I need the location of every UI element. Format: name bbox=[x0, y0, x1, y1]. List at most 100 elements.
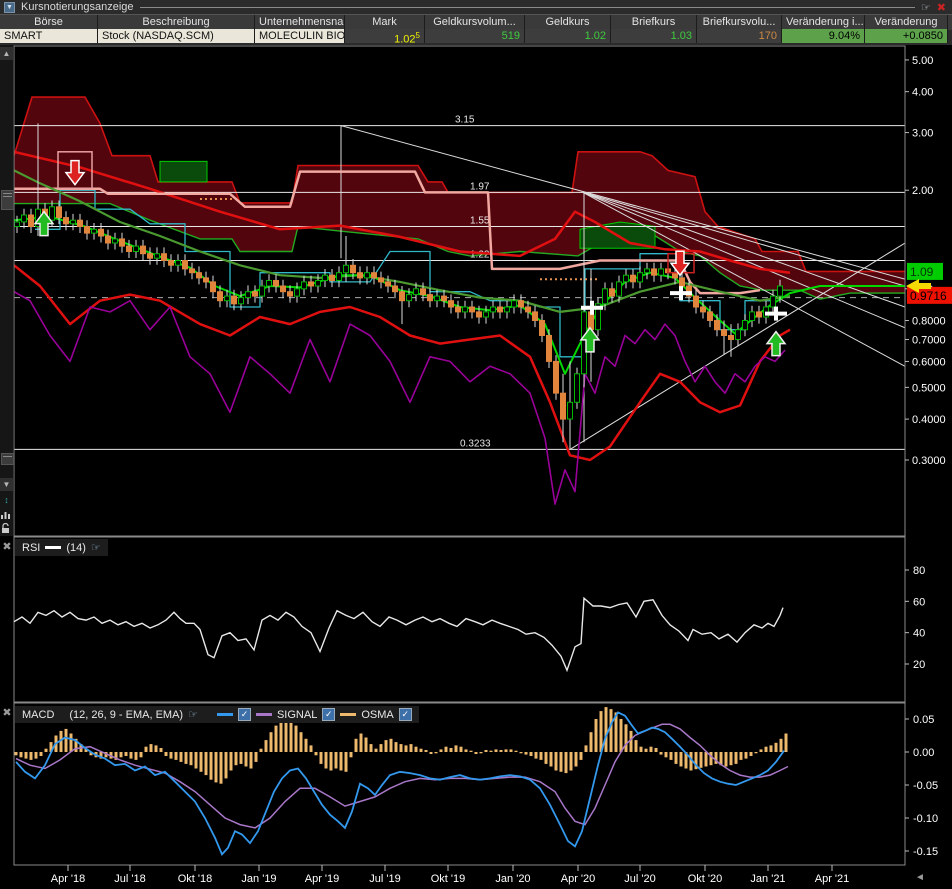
osma-bar bbox=[195, 752, 198, 769]
scrollbar-thumb[interactable] bbox=[1, 190, 14, 210]
col-header-unternehmensname[interactable]: Unternehmensna... bbox=[255, 15, 345, 30]
col-header-boerse[interactable]: Börse bbox=[0, 15, 98, 30]
candle-body bbox=[197, 273, 202, 278]
unlock-icon[interactable] bbox=[0, 523, 13, 536]
cell-change-percent[interactable]: 9.04% bbox=[782, 29, 865, 43]
col-header-geldkursvolumen[interactable]: Geldkursvolum... bbox=[425, 15, 525, 30]
osma-bar bbox=[525, 752, 528, 755]
scrollbar-thumb-lower[interactable] bbox=[1, 453, 14, 465]
col-header-mark[interactable]: Mark bbox=[345, 15, 425, 30]
scroll-down-button[interactable]: ▼ bbox=[0, 478, 13, 491]
price-axis-label: 3.00 bbox=[912, 128, 933, 140]
time-axis-label: Jul '18 bbox=[114, 873, 145, 885]
price-axis-label: 0.8000 bbox=[912, 316, 946, 328]
price-axis-label: 5.00 bbox=[912, 55, 933, 67]
macd-plot-frame bbox=[14, 703, 905, 865]
osma-bar bbox=[420, 749, 423, 752]
candle-body bbox=[85, 227, 90, 234]
candle-body bbox=[617, 282, 622, 296]
rsi-line-swatch bbox=[45, 546, 61, 549]
scroll-chart-left-icon[interactable]: ◄ bbox=[915, 872, 925, 883]
osma-bar bbox=[645, 749, 648, 752]
price-axis-label: 0.5000 bbox=[912, 382, 946, 394]
price-axis-label: 0.3000 bbox=[912, 455, 946, 467]
close-rsi-panel-icon[interactable]: ✖ bbox=[1, 541, 13, 553]
osma-bar bbox=[755, 752, 758, 753]
cell-ask-price[interactable]: 1.03 bbox=[611, 29, 697, 43]
macd-axis-label: -0.10 bbox=[913, 813, 938, 825]
signal-checkbox[interactable]: ✓ bbox=[322, 708, 335, 721]
osma-bar bbox=[530, 752, 533, 756]
trading-app-window: { "quote_panel": { "title": "Kursnotieru… bbox=[0, 0, 952, 889]
cell-bid-price[interactable]: 1.02 bbox=[525, 29, 611, 43]
osma-bar bbox=[380, 744, 383, 752]
cell-change-absolute[interactable]: +0.0850 bbox=[865, 29, 948, 43]
candle-body bbox=[141, 246, 146, 254]
osma-bar bbox=[565, 752, 568, 773]
candle-body bbox=[50, 207, 55, 220]
chart-canvas[interactable]: 3.151.971.551.220.32335.004.003.002.001.… bbox=[0, 0, 952, 889]
osma-bar bbox=[740, 752, 743, 760]
osma-bar bbox=[390, 739, 393, 752]
osma-bar bbox=[535, 752, 538, 759]
close-macd-panel-icon[interactable]: ✖ bbox=[1, 707, 13, 719]
candle-body bbox=[421, 289, 426, 295]
candle-body bbox=[435, 296, 440, 301]
macd-line-checkbox[interactable]: ✓ bbox=[238, 708, 251, 721]
candle-body bbox=[428, 295, 433, 301]
osma-bar bbox=[230, 752, 233, 771]
cell-ask-size[interactable]: 170 bbox=[697, 29, 782, 43]
col-header-briefkurs[interactable]: Briefkurs bbox=[611, 15, 697, 30]
candle-body bbox=[323, 275, 328, 280]
scroll-up-button[interactable]: ▲ bbox=[0, 47, 13, 60]
candle-body bbox=[771, 296, 776, 307]
time-axis-label: Apr '21 bbox=[815, 873, 850, 885]
move-vertical-icon[interactable]: ↕ bbox=[0, 494, 13, 507]
candle-body bbox=[106, 236, 111, 243]
candle-body bbox=[295, 289, 300, 296]
candle-body bbox=[512, 301, 517, 307]
drag-hand-icon[interactable]: ☞ bbox=[921, 1, 931, 14]
osma-bar bbox=[200, 752, 203, 772]
cell-mark-price[interactable]: 1.025 bbox=[345, 29, 425, 43]
quote-value-row[interactable]: SMART Stock (NASDAQ.SCM) MOLECULIN BIO..… bbox=[0, 29, 952, 43]
candle-body bbox=[680, 278, 685, 286]
collapse-panel-icon[interactable]: ▼ bbox=[4, 2, 15, 13]
macd-hand-icon[interactable]: ☞ bbox=[188, 708, 198, 721]
candle-body bbox=[610, 289, 615, 296]
rsi-hand-icon[interactable]: ☞ bbox=[91, 541, 101, 554]
osma-bar bbox=[295, 726, 298, 752]
col-header-veraenderung-prozent[interactable]: Veränderung i... bbox=[782, 15, 865, 30]
col-header-beschreibung[interactable]: Beschreibung bbox=[98, 15, 255, 30]
osma-bar bbox=[485, 750, 488, 752]
close-panel-icon[interactable]: ✖ bbox=[937, 1, 946, 14]
price-axis-label: 4.00 bbox=[912, 87, 933, 99]
osma-bar bbox=[660, 752, 663, 755]
osma-bar bbox=[425, 750, 428, 752]
osma-checkbox[interactable]: ✓ bbox=[399, 708, 412, 721]
macd-line-swatch bbox=[217, 713, 233, 716]
col-header-geldkurs[interactable]: Geldkurs bbox=[525, 15, 611, 30]
candle-body bbox=[659, 269, 664, 275]
quote-panel: ▼ Kursnotierungsanzeige ☞ ✖ Börse Beschr… bbox=[0, 0, 952, 45]
osma-bar bbox=[40, 752, 43, 756]
cell-company-name[interactable]: MOLECULIN BIO... bbox=[255, 29, 345, 43]
osma-bar bbox=[575, 752, 578, 767]
osma-bar bbox=[245, 752, 248, 767]
osma-bar bbox=[765, 747, 768, 752]
cell-description[interactable]: Stock (NASDAQ.SCM) bbox=[98, 29, 255, 43]
candle-body bbox=[253, 292, 258, 296]
col-header-briefkursvolumen[interactable]: Briefkursvolu... bbox=[697, 15, 782, 30]
bar-chart-icon[interactable] bbox=[0, 509, 13, 522]
osma-bar bbox=[670, 752, 673, 760]
col-header-veraenderung[interactable]: Veränderung bbox=[865, 15, 948, 30]
cell-exchange[interactable]: SMART bbox=[0, 29, 98, 43]
osma-bar bbox=[25, 752, 28, 759]
cell-bid-size[interactable]: 519 bbox=[425, 29, 525, 43]
candle-body bbox=[218, 292, 223, 301]
candle-body bbox=[246, 292, 251, 298]
osma-bar bbox=[150, 744, 153, 752]
osma-bar bbox=[240, 752, 243, 764]
candle-body bbox=[22, 215, 27, 222]
osma-bar bbox=[510, 749, 513, 752]
